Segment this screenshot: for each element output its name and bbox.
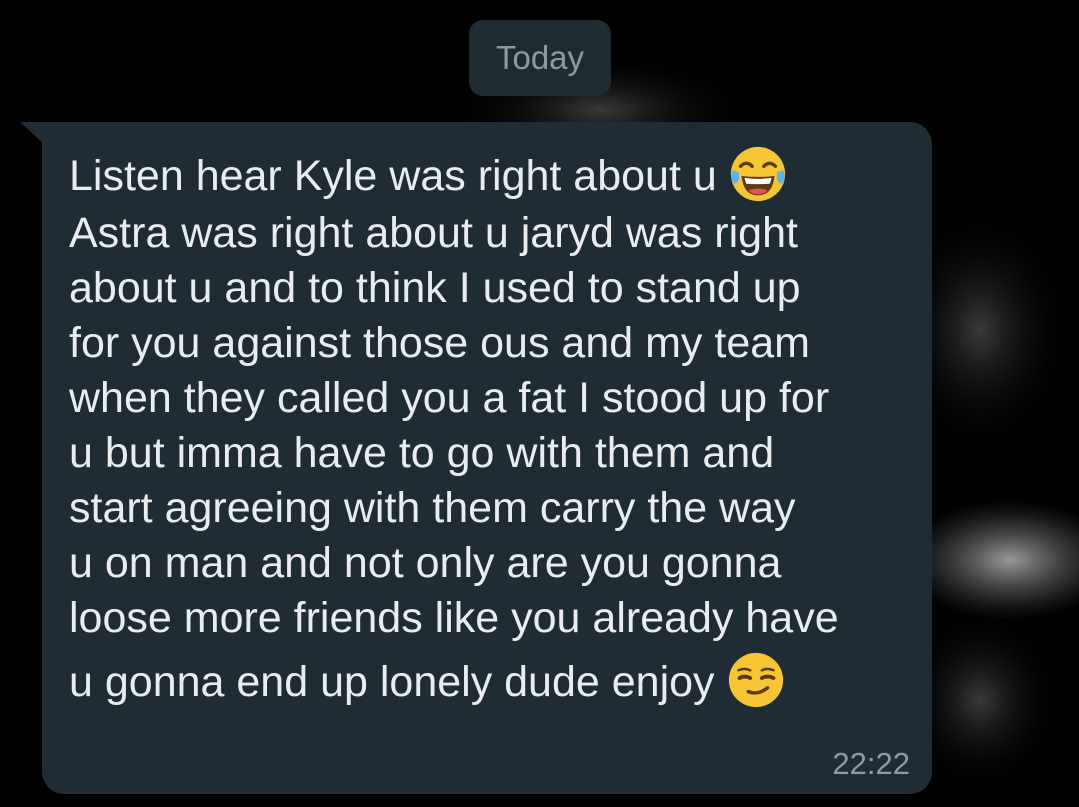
message-line: Listen hear Kyle was right about u [69, 144, 896, 208]
message-line: for you against those ous and my team [69, 319, 810, 367]
bubble-tail [20, 122, 44, 144]
message-line: loose more friends like you already have [69, 594, 839, 642]
message-text: Listen hear Kyle was right about u [69, 152, 717, 200]
message-line: start agreeing with them carry the way [69, 484, 796, 532]
message-line: when they called you a fat I stood up fo… [69, 374, 830, 422]
face-with-tears-of-joy-icon [730, 146, 785, 201]
message-line: Astra was right about u jaryd was right [69, 209, 798, 257]
smirking-face-icon [728, 652, 783, 707]
message-line: u gonna end up lonely dude enjoy [69, 646, 896, 718]
message-line: about u and to think I used to stand up [69, 264, 801, 312]
message-line: u but imma have to go with them and [69, 429, 775, 477]
incoming-message-bubble[interactable]: Listen hear Kyle was right about u Astra… [42, 122, 932, 794]
message-text: u gonna end up lonely dude enjoy [69, 658, 715, 706]
chat-view: Today Listen hear Kyle was right about u… [0, 0, 1079, 807]
date-separator: Today [469, 20, 611, 96]
message-timestamp: 22:22 [832, 746, 910, 781]
message-line: u on man and not only are you gonna [69, 539, 782, 587]
